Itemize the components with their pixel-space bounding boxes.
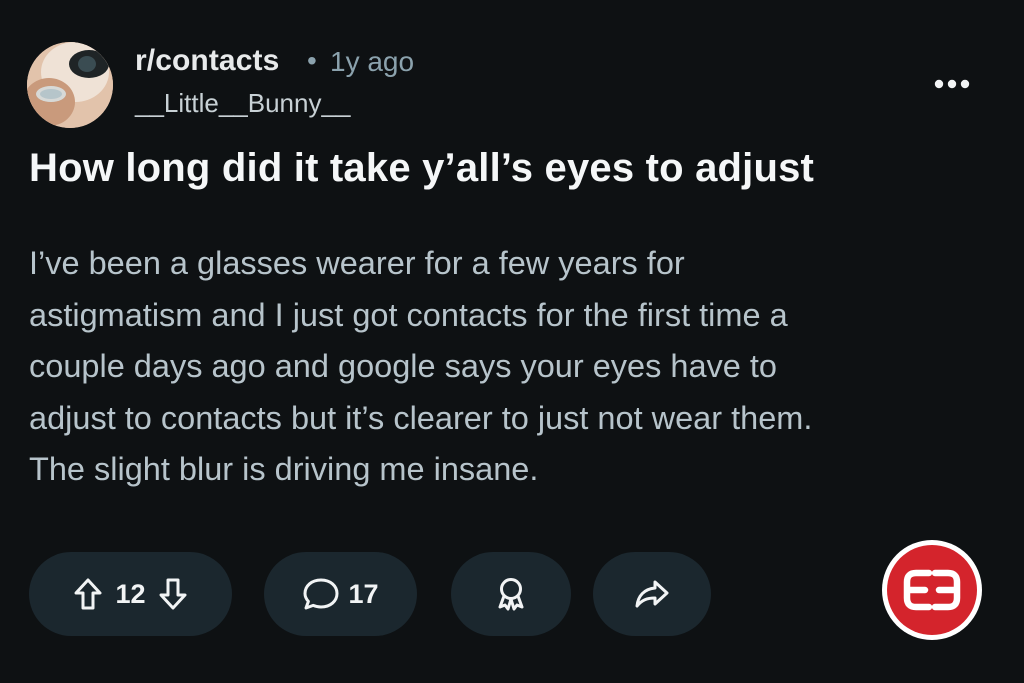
more-options-button[interactable] [932, 72, 972, 96]
subreddit-name[interactable]: r/contacts [135, 44, 279, 78]
meta-separator: • [307, 45, 317, 76]
downvote-button[interactable] [158, 577, 188, 611]
watermark-logo [880, 538, 984, 642]
downvote-arrow-icon [159, 578, 187, 610]
award-button[interactable] [451, 552, 571, 636]
avatar-image [27, 42, 113, 128]
vote-bar: 12 [29, 552, 232, 636]
upvote-button[interactable] [73, 577, 103, 611]
red-circle-logo-icon [882, 540, 982, 640]
more-horizontal-icon [934, 79, 970, 89]
post-author[interactable]: __Little__Bunny__ [135, 88, 350, 119]
award-icon [498, 578, 524, 611]
vote-count: 12 [115, 578, 146, 609]
comment-count: 17 [348, 578, 379, 609]
post-body: I’ve been a glasses wearer for a few yea… [29, 245, 813, 487]
post-title[interactable]: How long did it take y’all’s eyes to adj… [29, 146, 989, 191]
post-time: 1y ago [330, 46, 415, 77]
post-card: r/contacts • 1y ago __Little__Bunny__ Ho… [0, 0, 1024, 683]
share-arrow-icon [635, 580, 669, 608]
comment-bubble-icon [303, 578, 339, 610]
subreddit-avatar[interactable] [27, 42, 113, 128]
comments-button[interactable]: 17 [264, 552, 417, 636]
share-button[interactable] [593, 552, 711, 636]
upvote-arrow-icon [74, 578, 102, 610]
